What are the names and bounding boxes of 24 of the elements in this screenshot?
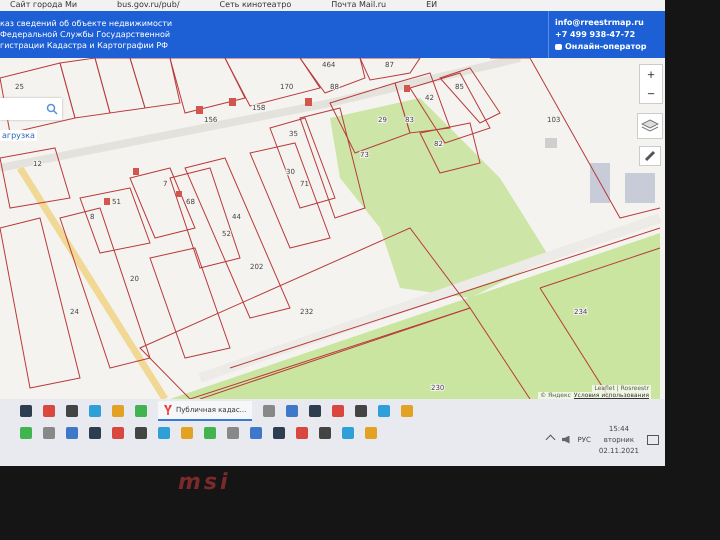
search-field[interactable] (0, 98, 62, 120)
header-text: гистрации Кадастра и Картографии РФ (0, 41, 170, 50)
header-text: Федеральной Службы Государственной (0, 30, 172, 39)
ruler-button[interactable] (639, 146, 661, 166)
layers-button[interactable] (637, 113, 663, 139)
search-icon[interactable] (46, 103, 58, 115)
download-link[interactable]: агрузка (0, 130, 37, 141)
chat-icon (555, 44, 562, 50)
notification-icon[interactable] (647, 434, 659, 444)
bookmark-link[interactable]: Сеть кинотеатро (220, 0, 292, 11)
header-text: каз сведений об объекте недвижимости (0, 19, 174, 28)
phone-number: +7 499 938-47-72 (555, 30, 636, 39)
speaker-icon[interactable] (562, 436, 570, 444)
browser-icon (164, 405, 172, 415)
app-icon[interactable] (309, 405, 322, 417)
app-icon[interactable] (355, 405, 368, 417)
email-link[interactable]: info@rreestrmap.ru (555, 18, 665, 27)
laptop-logo: msi (178, 470, 231, 497)
bookmark-link[interactable]: bus.gov.ru/pub/ (117, 0, 180, 11)
bookmark-link[interactable]: Сайт города Ми (10, 0, 78, 11)
bookmark-link[interactable]: ЕИ (426, 0, 438, 11)
layers-icon (641, 118, 659, 134)
chat-link[interactable]: Онлайн-оператор (565, 42, 646, 51)
bookmark-link[interactable]: Почта Mail.ru (331, 0, 386, 11)
